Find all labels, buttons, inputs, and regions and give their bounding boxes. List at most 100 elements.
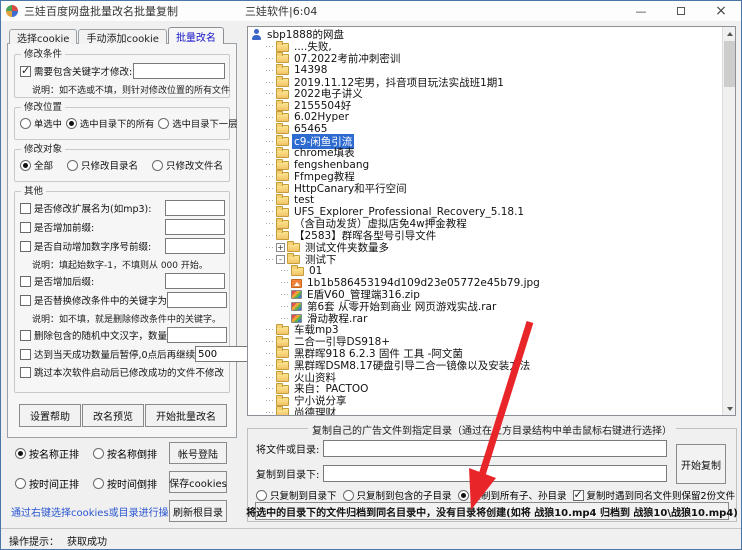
target-option-label: 只修改目录名 <box>81 158 138 172</box>
tab-2[interactable]: 手动添加cookie <box>78 29 166 44</box>
tree-connector <box>266 235 275 236</box>
other-input[interactable] <box>165 219 225 235</box>
folder-icon <box>276 113 289 122</box>
archive-to-folder-button[interactable]: 将选中的目录下的文件归档到同名目录中，没有目录将创建(如将 战狼10.mp4 归… <box>255 502 729 520</box>
maximize-button[interactable] <box>661 1 701 21</box>
tree-connector <box>266 117 275 118</box>
tree-item[interactable]: HttpCanary和平行空间 <box>251 182 735 194</box>
tree-item[interactable]: 07.2022考前冲刺密训 <box>251 53 735 65</box>
other-input[interactable] <box>165 238 225 254</box>
source-field-row: 将文件或目录: <box>256 440 667 457</box>
archive-icon <box>291 302 302 311</box>
minimize-button[interactable]: — <box>621 1 661 21</box>
tab-1[interactable]: 选择cookie <box>9 29 77 44</box>
copy-scope-option[interactable]: 只复制到目录下 <box>256 488 337 502</box>
tree-connector <box>266 341 275 342</box>
position-option-label: 选中目录下的所有 <box>80 116 154 130</box>
rename-tab-page: 修改条件 需要包含关键字才修改: 说明：如不选或不填，则针对修改位置的所有文件 … <box>7 43 237 438</box>
other-checkbox[interactable]: 是否增加前缀: <box>20 220 94 234</box>
folder-icon <box>276 161 289 170</box>
other-option-row: 跳过本次软件启动后已修改成功的文件不修改 <box>20 365 225 379</box>
start-copy-button[interactable]: 开始复制 <box>676 444 726 484</box>
scroll-up-icon <box>727 32 733 36</box>
keyword-input[interactable] <box>133 63 225 79</box>
group-condition-title: 修改条件 <box>21 49 65 60</box>
group-target: 修改对象 全部只修改目录名只修改文件名 <box>14 149 230 182</box>
settings-help-button[interactable]: 设置帮助 <box>19 404 81 427</box>
tree-item[interactable]: chrome填表 <box>251 147 735 159</box>
scrollbar-thumb[interactable] <box>724 41 735 87</box>
copy-scope-option[interactable]: 复制到所有子、孙目录 <box>458 488 567 502</box>
other-checkbox[interactable]: 跳过本次软件启动后已修改成功的文件不修改 <box>20 365 224 379</box>
close-button[interactable]: × <box>701 1 741 21</box>
tree-item[interactable]: 6.02Hyper <box>251 112 735 124</box>
sort-option[interactable]: 按名称正排 <box>15 446 79 461</box>
folder-icon <box>276 90 289 99</box>
target-option[interactable]: 只修改目录名 <box>67 158 138 172</box>
window-title: 三娃百度网盘批量改名批量复制 <box>24 3 178 19</box>
copy-scope-option[interactable]: 只复制到包含的子目录 <box>343 488 452 502</box>
sort-option[interactable]: 按时间正排 <box>15 476 79 491</box>
tree-item[interactable]: -测试下 <box>251 253 735 265</box>
tree-scrollbar[interactable] <box>722 27 735 415</box>
other-input[interactable] <box>167 292 227 308</box>
status-bar: 操作提示： 获取成功 <box>1 528 742 550</box>
tree-item-label: 01 <box>307 265 324 277</box>
other-input[interactable] <box>165 200 225 216</box>
sort-option[interactable]: 按时间倒排 <box>93 476 157 491</box>
account-login-button[interactable]: 帐号登陆 <box>169 442 227 464</box>
tree-connector <box>266 176 275 177</box>
save-cookies-button[interactable]: 保存cookies <box>169 471 227 493</box>
checkbox-icon <box>20 222 31 233</box>
other-checkbox[interactable]: 删除包含的随机中文汉字，数量 <box>20 328 167 342</box>
tree-item[interactable]: 2155504好 <box>251 100 735 112</box>
tree-item[interactable]: 01 <box>251 265 735 277</box>
other-input[interactable] <box>167 327 227 343</box>
target-option[interactable]: 全部 <box>20 158 53 172</box>
rename-preview-button[interactable]: 改名预览 <box>82 404 144 427</box>
right-click-hint-link[interactable]: 通过右键选择cookies或目录进行操作 <box>11 504 179 519</box>
other-checkbox[interactable]: 是否修改扩展名为(如mp3): <box>20 201 151 215</box>
radio-icon <box>152 160 163 171</box>
keep-duplicate-checkbox[interactable]: 复制时遇到同名文件则保留2份文件 <box>573 488 736 502</box>
other-checkbox-label: 是否增加后缀: <box>34 274 94 288</box>
tab-3[interactable]: 批量改名 <box>168 27 224 44</box>
app-window: 三娃百度网盘批量改名批量复制 三娃软件|6:04 — × 选择cookie手动添… <box>0 0 742 550</box>
radio-icon <box>20 118 31 129</box>
other-checkbox[interactable]: 是否自动增加数字序号前缀: <box>20 239 151 253</box>
checkbox-icon <box>20 203 31 214</box>
other-checkbox[interactable]: 是否替换修改条件中的关键字为 <box>20 293 167 307</box>
netdisk-tree[interactable]: sbp1888的网盘....失败,07.2022考前冲刺密训143982019.… <box>247 26 736 416</box>
status-value: 获取成功 <box>67 533 107 548</box>
source-path-input[interactable] <box>323 440 667 457</box>
tree-toggle-expand[interactable]: + <box>276 243 285 252</box>
position-option[interactable]: 选中目录下一层 <box>158 116 237 130</box>
tree-connector <box>266 58 275 59</box>
keyword-required-checkbox[interactable]: 需要包含关键字才修改: <box>20 64 132 78</box>
scroll-down-button[interactable] <box>723 402 736 415</box>
scroll-up-button[interactable] <box>723 27 736 40</box>
other-input[interactable] <box>165 273 225 289</box>
other-option-row: 是否替换修改条件中的关键字为 <box>20 292 225 308</box>
other-option-row: 删除包含的随机中文汉字，数量 <box>20 327 225 343</box>
radio-icon <box>158 118 169 129</box>
tree-toggle-collapse[interactable]: - <box>276 255 285 264</box>
group-other-title: 其他 <box>21 186 46 197</box>
tree-item[interactable]: test <box>251 194 735 206</box>
sort-option[interactable]: 按名称倒排 <box>93 446 157 461</box>
position-option[interactable]: 选中目录下的所有 <box>66 116 154 130</box>
radio-icon <box>458 490 469 501</box>
tree-connector <box>281 270 290 271</box>
tree-item[interactable]: 尚德理财 <box>251 407 735 417</box>
refresh-root-button[interactable]: 刷新根目录 <box>169 500 227 522</box>
start-batch-rename-button[interactable]: 开始批量改名 <box>145 404 227 427</box>
target-option[interactable]: 只修改文件名 <box>152 158 223 172</box>
other-option-row: 是否修改扩展名为(如mp3): <box>20 200 225 216</box>
tree-item-label: 6.02Hyper <box>292 111 351 123</box>
dest-path-input[interactable] <box>323 465 667 482</box>
other-checkbox[interactable]: 是否增加后缀: <box>20 274 94 288</box>
copy-options-row: 只复制到目录下只复制到包含的子目录复制到所有子、孙目录复制时遇到同名文件则保留2… <box>256 488 730 502</box>
checkbox-icon <box>20 295 31 306</box>
other-checkbox[interactable]: 达到当天成功数量后暂停,0点后再继续 <box>20 347 195 361</box>
position-option[interactable]: 单选中 <box>20 116 62 130</box>
